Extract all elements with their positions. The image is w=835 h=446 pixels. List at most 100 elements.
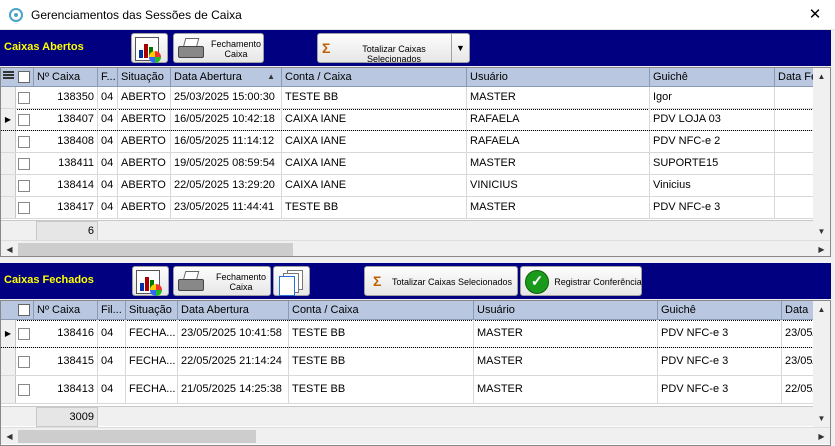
report-chart-button[interactable]: [131, 33, 168, 63]
scroll-down-arrow[interactable]: ▼: [813, 410, 830, 427]
col-filial[interactable]: Fil...: [98, 301, 126, 320]
cell-conta: TESTE BB: [289, 320, 474, 347]
cell-usuario: VINICIUS: [467, 175, 650, 196]
scroll-right-arrow[interactable]: ▶: [813, 428, 830, 445]
scroll-up-arrow[interactable]: ▲: [813, 68, 830, 85]
app-icon: [9, 8, 23, 22]
row-checkbox[interactable]: [18, 92, 30, 104]
col-usuario[interactable]: Usuário: [467, 68, 650, 87]
totalize-dropdown-arrow[interactable]: ▼: [451, 34, 469, 62]
cell-num: 138414: [34, 175, 98, 196]
select-all-checkbox[interactable]: [18, 304, 30, 316]
closed-totalize-selected-button[interactable]: Σ Totalizar Caixas Selecionados: [364, 266, 518, 296]
col-data-fechamento[interactable]: Data Fe: [775, 68, 815, 87]
open-grid-hscrollbar[interactable]: ◀ ▶: [1, 240, 830, 256]
open-grid-vscrollbar[interactable]: ▲ ▼: [813, 68, 830, 240]
cell-guiche: Igor: [650, 87, 775, 108]
printer-icon: [178, 38, 204, 60]
copies-icon: [277, 270, 305, 296]
close-button[interactable]: ✕: [795, 0, 835, 30]
table-row[interactable]: ▶ 138416 04 FECHA... 23/05/2025 10:41:58 TEST…: [1, 320, 830, 348]
col-guiche[interactable]: Guichê: [658, 301, 782, 320]
select-all-checkbox[interactable]: [18, 71, 30, 83]
row-checkbox[interactable]: [18, 180, 30, 192]
col-num-caixa[interactable]: Nº Caixa: [34, 301, 98, 320]
totalize-selected-button[interactable]: Σ Totalizar Caixas Selecionados ▼: [317, 33, 470, 64]
row-checkbox[interactable]: [18, 202, 30, 214]
col-situacao[interactable]: Situação: [118, 68, 171, 87]
cell-usuario: MASTER: [467, 197, 650, 218]
cell-usuario: RAFAELA: [467, 109, 650, 130]
cell-num: 138415: [34, 348, 98, 375]
table-row[interactable]: 138417 04 ABERTO 23/05/2025 11:44:41 TESTE B…: [1, 197, 830, 219]
row-checkbox[interactable]: [18, 114, 30, 126]
col-usuario[interactable]: Usuário: [474, 301, 658, 320]
cell-guiche: PDV NFC-e 3: [658, 320, 782, 347]
row-checkbox[interactable]: [18, 384, 30, 396]
scroll-left-arrow[interactable]: ◀: [1, 428, 18, 445]
row-checkbox[interactable]: [18, 356, 30, 368]
cell-situacao: ABERTO: [118, 175, 171, 196]
cell-situacao: ABERTO: [118, 109, 171, 130]
cell-f: 04: [98, 320, 126, 347]
table-row[interactable]: 138415 04 FECHA... 22/05/2025 21:14:24 TESTE…: [1, 348, 830, 376]
table-row[interactable]: 138408 04 ABERTO 16/05/2025 11:14:12 CAIXA I…: [1, 131, 830, 153]
row-checkbox[interactable]: [18, 136, 30, 148]
closed-report-chart-button[interactable]: [132, 266, 169, 296]
col-data-abertura[interactable]: Data Abertura: [178, 301, 289, 320]
cell-data: 21/05/2025 14:25:38: [178, 376, 289, 403]
cell-data: 25/03/2025 15:00:30: [171, 87, 282, 108]
cell-data: 16/05/2025 10:42:18: [171, 109, 282, 130]
open-registers-grid[interactable]: Nº Caixa F... Situação Data Abertura ▲ C…: [0, 67, 831, 257]
closed-close-register-button[interactable]: Fechamento Caixa: [173, 266, 271, 296]
close-register-button[interactable]: Fechamento Caixa: [173, 33, 264, 63]
table-row[interactable]: 138411 04 ABERTO 19/05/2025 08:59:54 CAIXA I…: [1, 153, 830, 175]
row-indicator: [1, 197, 16, 218]
col-data-fechamento[interactable]: Data: [782, 301, 814, 320]
cell-conta: TESTE BB: [289, 376, 474, 403]
cell-datafe: [775, 87, 815, 108]
row-checkbox[interactable]: [18, 158, 30, 170]
cell-f: 04: [98, 376, 126, 403]
table-row[interactable]: ▶ 138407 04 ABERTO 16/05/2025 10:42:18 CAIXA …: [1, 109, 830, 131]
cell-guiche: PDV NFC-e 2: [650, 131, 775, 152]
open-section-title: Caixas Abertos: [4, 41, 84, 53]
current-row-marker-icon: ▶: [1, 109, 16, 130]
select-all-header[interactable]: [1, 301, 34, 320]
col-filial[interactable]: F...: [98, 68, 118, 87]
col-data-abertura[interactable]: Data Abertura ▲: [171, 68, 282, 87]
scroll-right-arrow[interactable]: ▶: [813, 241, 830, 256]
cell-num: 138413: [34, 376, 98, 403]
scroll-down-arrow[interactable]: ▼: [813, 223, 830, 240]
col-situacao[interactable]: Situação: [126, 301, 178, 320]
col-conta-caixa[interactable]: Conta / Caixa: [289, 301, 474, 320]
cell-datafe: [775, 197, 815, 218]
col-num-caixa[interactable]: Nº Caixa: [34, 68, 98, 87]
col-data-abertura-label: Data Abertura: [174, 71, 242, 83]
table-row[interactable]: 138414 04 ABERTO 22/05/2025 13:29:20 CAIXA I…: [1, 175, 830, 197]
col-guiche[interactable]: Guichê: [650, 68, 775, 87]
cell-datafe: 23/05/: [785, 355, 814, 367]
closed-registers-grid[interactable]: Nº Caixa Fil... Situação Data Abertura C…: [0, 300, 831, 446]
cell-datafe: 23/05/: [785, 327, 814, 339]
closed-grid-footer: 3009: [1, 406, 814, 427]
closed-grid-header: Nº Caixa Fil... Situação Data Abertura C…: [1, 301, 830, 320]
scroll-thumb[interactable]: [18, 243, 293, 256]
table-row[interactable]: 138350 04 ABERTO 25/03/2025 15:00:30 TESTE B…: [1, 87, 830, 109]
copies-button[interactable]: [273, 266, 310, 296]
scroll-thumb[interactable]: [18, 430, 256, 443]
chart-icon: [136, 270, 162, 296]
select-all-header[interactable]: [1, 68, 34, 87]
scroll-left-arrow[interactable]: ◀: [1, 241, 18, 256]
row-checkbox[interactable]: [18, 328, 30, 340]
cell-situacao: FECHA...: [126, 320, 178, 347]
register-check-button[interactable]: ✓ Registrar Conferência: [520, 266, 642, 296]
closed-grid-vscrollbar[interactable]: ▲ ▼: [813, 301, 830, 427]
scroll-up-arrow[interactable]: ▲: [813, 301, 830, 318]
col-conta-caixa[interactable]: Conta / Caixa: [282, 68, 467, 87]
table-row[interactable]: 138413 04 FECHA... 21/05/2025 14:25:38 TESTE…: [1, 376, 830, 404]
cell-data: 22/05/2025 21:14:24: [178, 348, 289, 375]
closed-grid-hscrollbar[interactable]: ◀ ▶: [1, 427, 830, 444]
cell-num: 138407: [34, 109, 98, 130]
cell-num: 138417: [34, 197, 98, 218]
